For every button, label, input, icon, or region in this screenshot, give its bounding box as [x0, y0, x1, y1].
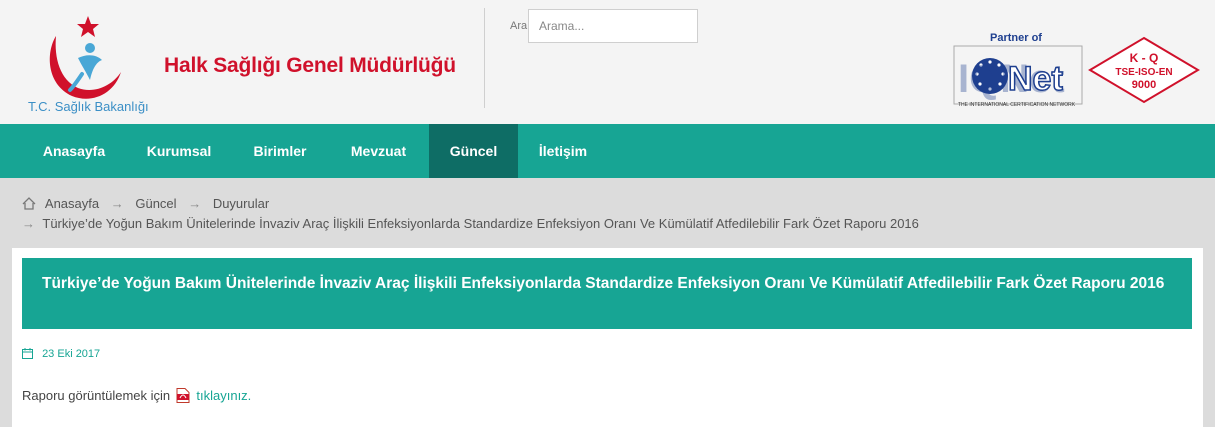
- nav-item-mevzuat[interactable]: Mevzuat: [328, 124, 429, 178]
- breadcrumb-item-anasayfa[interactable]: Anasayfa: [45, 196, 99, 211]
- nav-item-iletisim[interactable]: İletişim: [518, 124, 608, 178]
- main-nav: Anasayfa Kurumsal Birimler Mevzuat Günce…: [0, 124, 1215, 178]
- ministry-name: T.C. Sağlık Bakanlığı: [28, 99, 149, 114]
- pdf-icon[interactable]: [176, 388, 190, 403]
- nav-item-anasayfa[interactable]: Anasayfa: [22, 124, 126, 178]
- article-title: Türkiye’de Yoğun Bakım Ünitelerinde İnva…: [22, 258, 1192, 329]
- article-body-text: Raporu görüntülemek için: [22, 388, 171, 403]
- search-input[interactable]: [528, 9, 698, 43]
- calendar-icon: [22, 348, 33, 359]
- breadcrumb-separator: →: [110, 196, 124, 211]
- header-divider: [484, 8, 485, 108]
- svg-text:TSE-ISO-EN: TSE-ISO-EN: [1115, 67, 1172, 78]
- svg-text:THE INTERNATIONAL CERTIFICATIO: THE INTERNATIONAL CERTIFICATION NETWORK: [958, 102, 1076, 108]
- breadcrumb-separator: →: [188, 196, 202, 211]
- breadcrumb-separator: →: [22, 216, 35, 231]
- certification-badges: Partner of IQNet Net THE INTERNATIONAL C…: [952, 32, 1206, 110]
- svg-text:K - Q: K - Q: [1130, 51, 1159, 65]
- breadcrumb-current: Türkiye’de Yoğun Bakım Ünitelerinde İnva…: [42, 216, 919, 231]
- breadcrumb-item-duyurular[interactable]: Duyurular: [213, 196, 269, 211]
- nav-item-birimler[interactable]: Birimler: [232, 124, 328, 178]
- article-date-text: 23 Eki 2017: [42, 348, 101, 360]
- article-panel: Türkiye’de Yoğun Bakım Ünitelerinde İnva…: [12, 248, 1203, 427]
- iqnet-logo-icon: IQNet Net THE INTERNATIONAL CERTIFICATIO…: [953, 36, 1200, 108]
- site-header: T.C. Sağlık Bakanlığı Halk Sağlığı Genel…: [0, 0, 1215, 124]
- home-icon[interactable]: [22, 197, 36, 210]
- nav-item-kurumsal[interactable]: Kurumsal: [126, 124, 232, 178]
- svg-text:Net: Net: [1008, 60, 1063, 98]
- svg-text:9000: 9000: [1132, 79, 1156, 91]
- breadcrumb-item-guncel[interactable]: Güncel: [135, 196, 176, 211]
- org-name[interactable]: Halk Sağlığı Genel Müdürlüğü: [164, 54, 456, 78]
- breadcrumb: Anasayfa → Güncel → Duyurular → Türkiye’…: [0, 178, 1215, 248]
- report-link[interactable]: tıklayınız.: [196, 388, 251, 403]
- nav-item-guncel[interactable]: Güncel: [429, 124, 518, 178]
- search-label: Ara: [510, 20, 528, 32]
- article-date: 23 Eki 2017: [22, 348, 100, 360]
- article-body: Raporu görüntülemek için tıklayınız.: [22, 388, 251, 403]
